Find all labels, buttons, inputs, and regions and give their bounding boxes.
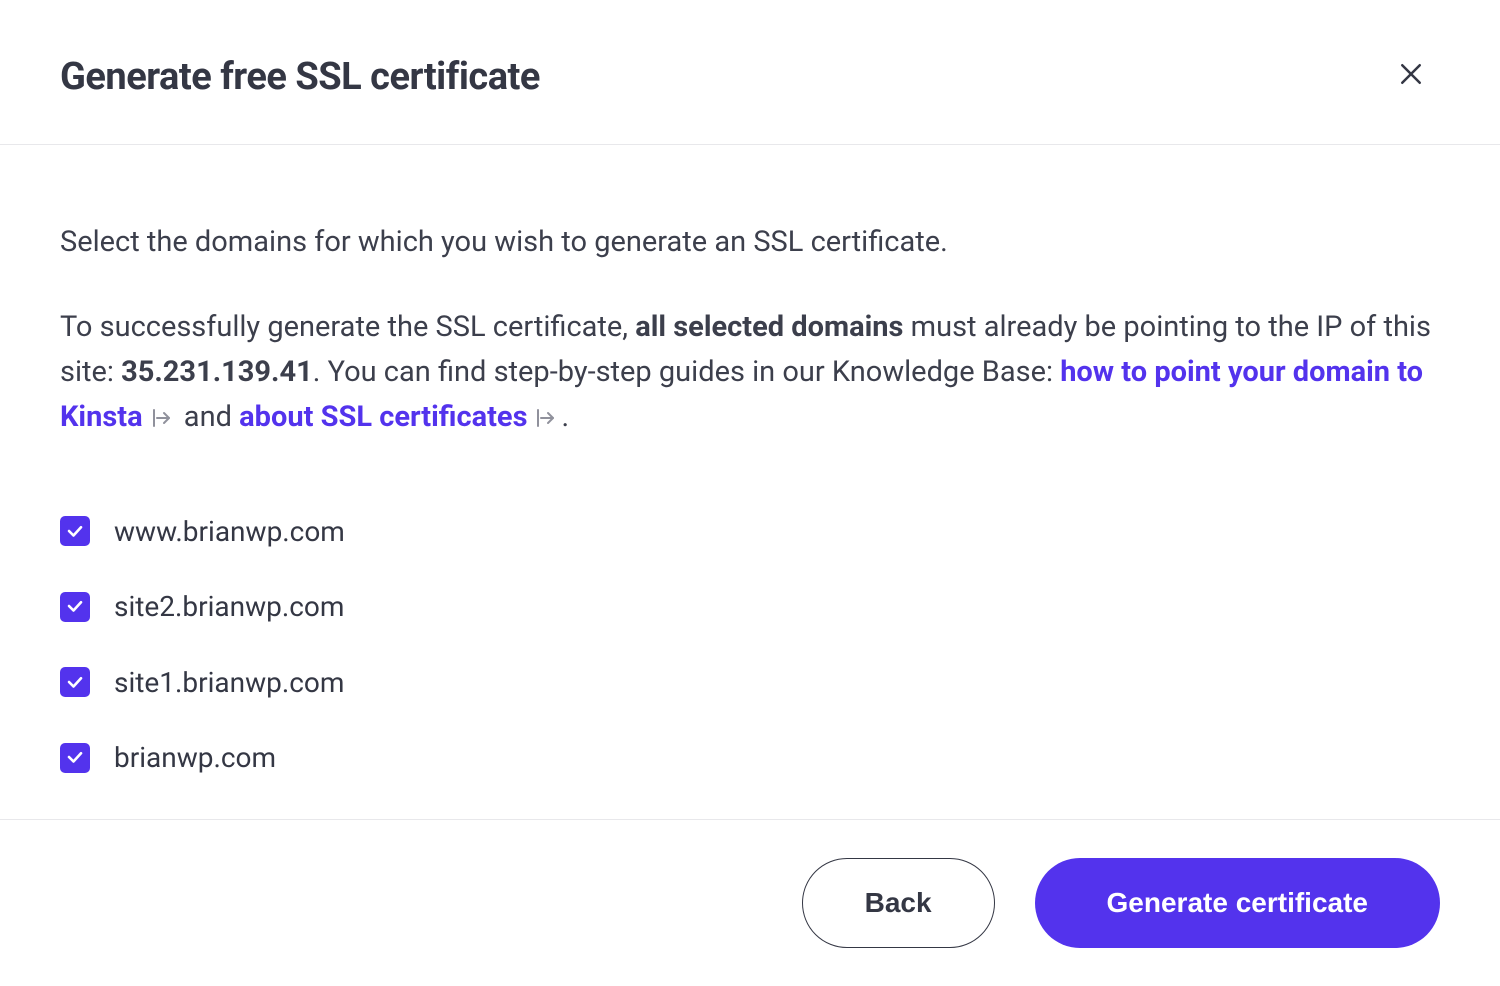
check-icon — [66, 660, 84, 705]
link-about-ssl[interactable]: about SSL certificates — [239, 400, 527, 434]
period: . — [561, 400, 569, 434]
domain-label: site2.brianwp.com — [114, 585, 344, 628]
generate-certificate-button[interactable]: Generate certificate — [1035, 858, 1440, 948]
modal-body: Select the domains for which you wish to… — [0, 145, 1500, 819]
close-button[interactable] — [1392, 55, 1430, 93]
domain-item: site1.brianwp.com — [60, 661, 1440, 704]
domain-item: www.brianwp.com — [60, 510, 1440, 553]
instruction-requirements: To successfully generate the SSL certifi… — [60, 305, 1440, 440]
domain-list: www.brianwp.com site2.brianwp.com site1.… — [60, 510, 1440, 780]
modal-title: Generate free SSL certificate — [60, 55, 540, 99]
domain-item: brianwp.com — [60, 736, 1440, 779]
external-link-icon — [533, 406, 557, 430]
instr2-pre: To successfully generate the SSL certifi… — [60, 310, 635, 344]
domain-checkbox[interactable] — [60, 592, 90, 622]
instr2-post-ip: . You can find step-by-step guides in ou… — [313, 355, 1060, 389]
domain-checkbox[interactable] — [60, 743, 90, 773]
check-icon — [66, 509, 84, 554]
domain-item: site2.brianwp.com — [60, 585, 1440, 628]
domain-label: site1.brianwp.com — [114, 661, 344, 704]
check-icon — [66, 735, 84, 780]
site-ip: 35.231.139.41 — [121, 355, 313, 389]
domain-checkbox[interactable] — [60, 516, 90, 546]
and-text: and — [177, 400, 240, 434]
external-link-icon — [149, 406, 173, 430]
domain-label: brianwp.com — [114, 736, 276, 779]
modal-header: Generate free SSL certificate — [0, 0, 1500, 145]
modal-footer: Back Generate certificate — [0, 819, 1500, 986]
domain-label: www.brianwp.com — [114, 510, 345, 553]
instruction-select-domains: Select the domains for which you wish to… — [60, 220, 1440, 265]
back-button[interactable]: Back — [802, 858, 995, 948]
check-icon — [66, 584, 84, 629]
close-icon — [1396, 59, 1426, 89]
instr2-bold: all selected domains — [635, 310, 903, 344]
domain-checkbox[interactable] — [60, 667, 90, 697]
ssl-generate-modal: Generate free SSL certificate Select the… — [0, 0, 1500, 978]
